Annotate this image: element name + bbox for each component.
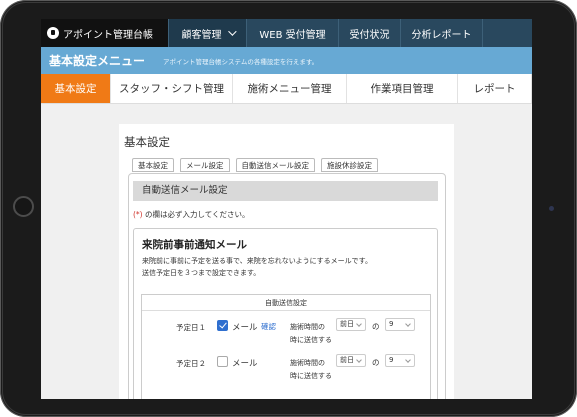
tab-basic-settings[interactable]: 基本設定 bbox=[41, 74, 111, 103]
day-select[interactable]: 前日 bbox=[336, 354, 366, 367]
page-banner: 基本設定メニュー アポイント管理台帳システムの各種設定を行えます。 bbox=[41, 47, 532, 74]
nav-item-label: WEB 受付管理 bbox=[259, 29, 326, 41]
subtab-mail[interactable]: メール設定 bbox=[180, 158, 230, 172]
send-text: 時に送信する bbox=[290, 336, 332, 344]
send-text: 時に送信する bbox=[290, 372, 332, 380]
required-mark: (*) bbox=[133, 210, 143, 219]
camera-icon bbox=[549, 206, 554, 211]
nav-item-analysis-report[interactable]: 分析レポート bbox=[400, 19, 482, 47]
timing-prefix: 施術時間の bbox=[290, 359, 325, 367]
home-button[interactable] bbox=[13, 196, 34, 217]
settings-tabs: 基本設定 スタッフ・シフト管理 施術メニュー管理 作業項目管理 レポート bbox=[41, 74, 532, 104]
nav-item-label: 受付状況 bbox=[349, 29, 390, 41]
tab-label: レポート bbox=[473, 83, 516, 95]
card-desc-line: 送信予定日を３つまで設定できます。 bbox=[142, 269, 261, 277]
card-title: 来院前事前通知メール bbox=[142, 239, 247, 251]
settings-panel: 基本設定 基本設定 メール設定 自動送信メール設定 施設休診設定 自動送信メール… bbox=[119, 124, 454, 399]
mail-label: メール bbox=[232, 323, 258, 333]
brand[interactable]: アポイント管理台帳 bbox=[41, 19, 168, 47]
sub-tabs: 基本設定 メール設定 自動送信メール設定 施設休診設定 bbox=[132, 158, 378, 172]
settings-header: 自動送信設定 bbox=[142, 295, 430, 311]
auto-send-settings-table: 自動送信設定 予定日１ メール 確認 施術時間の 前日 の 9 時に送信する 予… bbox=[141, 294, 431, 399]
tab-treatment-menu[interactable]: 施術メニュー管理 bbox=[233, 74, 347, 103]
nav-item-label: 分析レポート bbox=[411, 29, 472, 41]
nav-item-web-reception[interactable]: WEB 受付管理 bbox=[246, 19, 338, 47]
nav-item-label: 顧客管理 bbox=[181, 29, 222, 41]
nav-spacer bbox=[482, 19, 532, 47]
tab-label: 作業項目管理 bbox=[370, 83, 434, 95]
connector-text: の bbox=[372, 322, 380, 331]
timing-prefix: 施術時間の bbox=[290, 323, 325, 331]
page-title: 基本設定メニュー bbox=[49, 54, 146, 68]
brand-name: アポイント管理台帳 bbox=[63, 29, 153, 41]
card-description: 来院前に事前に予定を送る事で、来院を忘れないようにするメールです。 送信予定日を… bbox=[142, 255, 372, 279]
row-label: 予定日２ bbox=[176, 359, 206, 368]
tab-report[interactable]: レポート bbox=[458, 74, 532, 103]
hour-select[interactable]: 9 bbox=[385, 354, 415, 367]
mail-checkbox[interactable] bbox=[217, 320, 228, 331]
tab-label: 基本設定 bbox=[54, 83, 97, 95]
schedule-row-2: 予定日２ メール 施術時間の 前日 の 9 時に送信する bbox=[142, 354, 430, 384]
top-nav: アポイント管理台帳 顧客管理 WEB 受付管理 受付状況 分析レポート bbox=[41, 19, 532, 47]
tab-staff-shift[interactable]: スタッフ・シフト管理 bbox=[111, 74, 233, 103]
tab-label: スタッフ・シフト管理 bbox=[119, 83, 224, 95]
tablet-frame: アポイント管理台帳 顧客管理 WEB 受付管理 受付状況 分析レポート 基本設定… bbox=[0, 0, 577, 417]
confirm-link[interactable]: 確認 bbox=[261, 321, 276, 332]
tab-work-items[interactable]: 作業項目管理 bbox=[347, 74, 458, 103]
chevron-down-icon bbox=[227, 27, 237, 36]
panel-title: 基本設定 bbox=[124, 135, 170, 149]
card-desc-line: 来院前に事前に予定を送る事で、来院を忘れないようにするメールです。 bbox=[142, 257, 372, 265]
schedule-row-1: 予定日１ メール 確認 施術時間の 前日 の 9 時に送信する bbox=[142, 318, 430, 348]
required-text: の欄は必ず入力してください。 bbox=[142, 210, 250, 219]
nav-item-reception-status[interactable]: 受付状況 bbox=[338, 19, 400, 47]
required-note: (*) の欄は必ず入力してください。 bbox=[133, 209, 250, 220]
page-subtitle: アポイント管理台帳システムの各種設定を行えます。 bbox=[163, 57, 319, 66]
connector-text: の bbox=[372, 358, 380, 367]
pre-visit-mail-card: 来院前事前通知メール 来院前に事前に予定を送る事で、来院を忘れないようにするメー… bbox=[133, 228, 438, 399]
mail-checkbox[interactable] bbox=[217, 356, 228, 367]
hour-select[interactable]: 9 bbox=[385, 318, 415, 331]
section-title: 自動送信メール設定 bbox=[133, 181, 438, 201]
mail-label: メール bbox=[232, 359, 258, 369]
subtab-auto-mail[interactable]: 自動送信メール設定 bbox=[235, 158, 315, 172]
tab-label: 施術メニュー管理 bbox=[247, 83, 332, 95]
subtab-closure[interactable]: 施設休診設定 bbox=[321, 158, 378, 172]
auto-mail-settings: 自動送信メール設定 (*) の欄は必ず入力してください。 来院前事前通知メール … bbox=[128, 173, 446, 399]
app-screen: アポイント管理台帳 顧客管理 WEB 受付管理 受付状況 分析レポート 基本設定… bbox=[41, 19, 532, 399]
row-label: 予定日１ bbox=[176, 323, 206, 332]
nav-item-customers[interactable]: 顧客管理 bbox=[168, 19, 246, 47]
day-select[interactable]: 前日 bbox=[336, 318, 366, 331]
brand-logo-icon bbox=[47, 27, 59, 39]
subtab-basic[interactable]: 基本設定 bbox=[132, 158, 174, 172]
